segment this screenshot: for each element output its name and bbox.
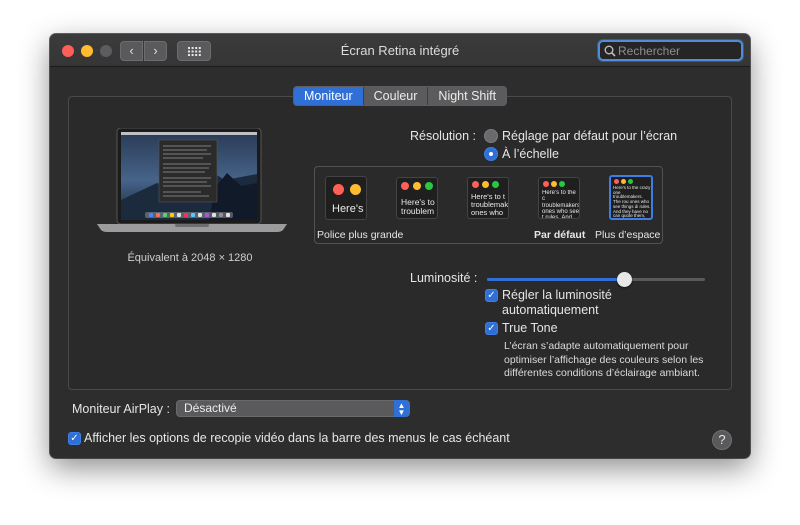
resolution-label: Résolution : bbox=[410, 129, 477, 143]
red-dot-icon bbox=[614, 179, 619, 184]
scale-label-more-space: Plus d’espace bbox=[595, 229, 661, 241]
grid-icon bbox=[188, 47, 201, 56]
brightness-slider-fill bbox=[487, 278, 625, 281]
scale-option-5-text: Here's to the crazy one troublemakers. T… bbox=[613, 186, 651, 218]
tab-moniteur[interactable]: Moniteur bbox=[294, 87, 363, 105]
mirroring-options-checkbox[interactable]: ✓ bbox=[68, 432, 81, 445]
help-button[interactable]: ? bbox=[712, 430, 732, 450]
mirroring-options-label: Afficher les options de recopie vidéo da… bbox=[84, 431, 510, 445]
tab-bar: Moniteur Couleur Night Shift bbox=[293, 86, 508, 106]
green-dot-icon bbox=[492, 181, 499, 188]
green-dot-icon bbox=[559, 181, 565, 187]
brightness-slider-knob[interactable] bbox=[616, 272, 632, 287]
scale-label-larger: Police plus grande bbox=[317, 229, 404, 241]
resolution-default-radio[interactable] bbox=[484, 129, 498, 143]
true-tone-label: True Tone bbox=[502, 321, 558, 335]
auto-brightness-checkbox[interactable]: ✓ bbox=[485, 289, 498, 302]
zoom-button[interactable] bbox=[100, 45, 112, 57]
true-tone-checkbox[interactable]: ✓ bbox=[485, 322, 498, 335]
true-tone-description-line: optimiser l’affichage des couleurs selon… bbox=[504, 353, 704, 366]
true-tone-description-line: L’écran s’adapte automatiquement pour bbox=[504, 340, 689, 352]
window-title: Écran Retina intégré bbox=[340, 43, 460, 58]
scale-option-2[interactable]: Here's to troublem bbox=[396, 177, 438, 219]
brightness-label: Luminosité : bbox=[410, 271, 478, 285]
red-dot-icon bbox=[401, 182, 409, 190]
scale-option-1[interactable]: Here's bbox=[325, 176, 367, 220]
airplay-selected-value: Désactivé bbox=[184, 401, 237, 415]
true-tone-description: L’écran s’adapte automatiquement pour op… bbox=[504, 340, 724, 381]
brightness-slider[interactable] bbox=[487, 278, 705, 281]
search-input[interactable] bbox=[618, 42, 738, 59]
airplay-label: Moniteur AirPlay : bbox=[72, 402, 170, 416]
laptop-preview-image bbox=[97, 128, 287, 232]
auto-brightness-label-line2: automatiquement bbox=[502, 303, 599, 317]
yellow-dot-icon bbox=[621, 179, 626, 184]
minimize-button[interactable] bbox=[81, 45, 93, 57]
red-dot-icon bbox=[333, 184, 344, 195]
scale-option-4[interactable]: Here's to the c troublemakers. ones who … bbox=[538, 177, 580, 219]
titlebar: ‹ › Écran Retina intégré bbox=[50, 34, 750, 67]
chevron-right-icon: › bbox=[153, 43, 158, 58]
yellow-dot-icon bbox=[482, 181, 489, 188]
resolution-equivalent-label: Équivalent à 2048 × 1280 bbox=[127, 252, 253, 264]
show-all-button[interactable] bbox=[177, 41, 211, 61]
yellow-dot-icon bbox=[413, 182, 421, 190]
forward-button[interactable]: › bbox=[144, 41, 167, 61]
resolution-default-label: Réglage par défaut pour l’écran bbox=[502, 129, 678, 143]
green-dot-icon bbox=[425, 182, 433, 190]
help-icon: ? bbox=[718, 432, 726, 447]
auto-brightness-label-line1: Régler la luminosité bbox=[502, 288, 612, 302]
chevron-left-icon: ‹ bbox=[129, 43, 134, 58]
scale-option-4-text: Here's to the c troublemakers. ones who … bbox=[542, 190, 580, 219]
green-dot-icon bbox=[628, 179, 633, 184]
red-dot-icon bbox=[472, 181, 479, 188]
yellow-dot-icon bbox=[551, 181, 557, 187]
resolution-scaled-label: À l’échelle bbox=[502, 147, 559, 161]
up-down-arrows-icon: ▲ ▼ bbox=[394, 400, 409, 417]
close-button[interactable] bbox=[62, 45, 74, 57]
scale-label-default: Par défaut bbox=[534, 229, 586, 241]
scale-option-3-text: Here's to t troublemak ones who bbox=[471, 193, 509, 217]
scale-option-3[interactable]: Here's to t troublemak ones who bbox=[467, 177, 509, 219]
tab-night-shift[interactable]: Night Shift bbox=[427, 87, 506, 105]
true-tone-description-line: différentes conditions d’éclairage ambia… bbox=[504, 367, 700, 379]
scaling-options-box: Here's Here's to troublem Here's to t tr… bbox=[314, 166, 663, 244]
search-icon bbox=[604, 45, 616, 57]
back-button[interactable]: ‹ bbox=[120, 41, 143, 61]
resolution-scaled-radio[interactable] bbox=[484, 147, 498, 161]
scale-option-2-text: Here's to troublem bbox=[401, 198, 435, 216]
scale-option-5[interactable]: Here's to the crazy one troublemakers. T… bbox=[609, 175, 653, 220]
tab-couleur[interactable]: Couleur bbox=[362, 87, 428, 105]
scale-option-1-text: Here's bbox=[332, 203, 364, 215]
red-dot-icon bbox=[543, 181, 549, 187]
yellow-dot-icon bbox=[350, 184, 361, 195]
search-field[interactable] bbox=[598, 40, 743, 61]
preferences-window: ‹ › Écran Retina intégré Moniteur Couleu… bbox=[50, 34, 750, 458]
airplay-select[interactable]: Désactivé ▲ ▼ bbox=[176, 400, 410, 417]
